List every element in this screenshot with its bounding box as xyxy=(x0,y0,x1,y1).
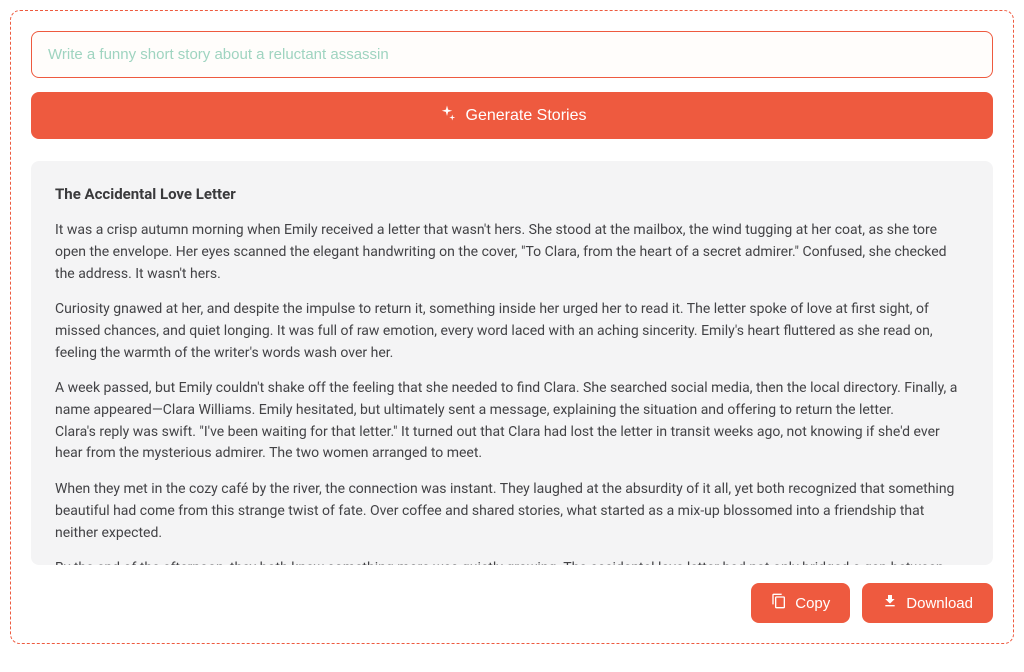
story-paragraph: Curiosity gnawed at her, and despite the… xyxy=(55,299,969,364)
generate-button[interactable]: Generate Stories xyxy=(31,92,993,139)
copy-button-label: Copy xyxy=(795,595,830,612)
action-bar: Copy Download xyxy=(31,583,993,623)
copy-button[interactable]: Copy xyxy=(751,583,850,623)
download-icon xyxy=(882,593,898,613)
story-title: The Accidental Love Letter xyxy=(55,183,969,206)
copy-icon xyxy=(771,593,787,613)
download-button[interactable]: Download xyxy=(862,583,993,623)
story-paragraph: A week passed, but Emily couldn't shake … xyxy=(55,378,969,465)
story-paragraph: When they met in the cozy café by the ri… xyxy=(55,479,969,544)
story-paragraph: By the end of the afternoon, they both k… xyxy=(55,558,969,565)
story-output: The Accidental Love Letter It was a cris… xyxy=(31,161,993,565)
generate-button-label: Generate Stories xyxy=(466,107,587,125)
download-button-label: Download xyxy=(906,595,973,612)
story-paragraph: It was a crisp autumn morning when Emily… xyxy=(55,220,969,285)
story-generator-panel: Generate Stories The Accidental Love Let… xyxy=(10,10,1014,644)
prompt-input[interactable] xyxy=(31,31,993,78)
sparkle-icon xyxy=(438,104,456,127)
